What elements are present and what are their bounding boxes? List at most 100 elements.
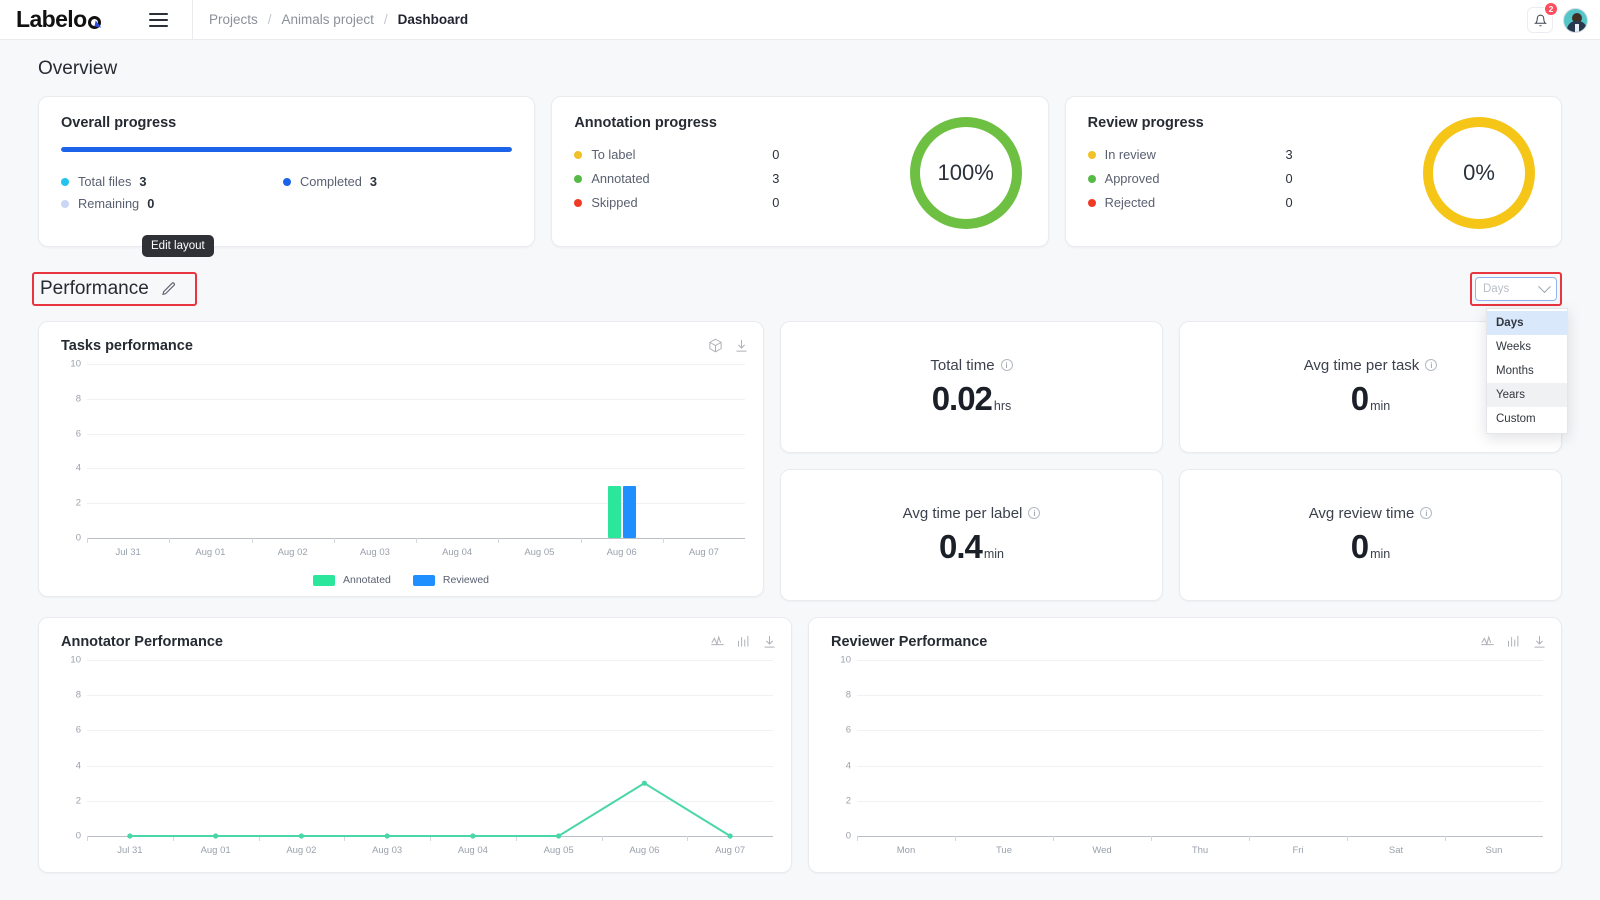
breadcrumb-dashboard: Dashboard — [397, 12, 469, 27]
annotation-progress-card: Annotation progress To label 0 Annotated… — [551, 96, 1049, 247]
stat-value: 0.4 — [938, 527, 983, 565]
info-icon[interactable]: i — [1000, 359, 1013, 371]
grid-line — [87, 398, 745, 400]
x-axis-tick-label: Sun — [1485, 845, 1503, 856]
legend-value: 3 — [139, 174, 147, 189]
stat-label: Avg time per label — [902, 504, 1023, 522]
y-axis-tick-label: 8 — [75, 393, 81, 405]
x-axis-tick-label: Fri — [1292, 845, 1304, 856]
line-chart-icon[interactable] — [1480, 634, 1495, 649]
hamburger-menu-icon[interactable] — [130, 12, 186, 27]
tasks-chart-toolbar — [708, 338, 749, 353]
legend-label: Reviewed — [442, 574, 489, 586]
legend-item: Total files 3 — [61, 174, 283, 189]
breadcrumb-projects[interactable]: Projects — [209, 12, 258, 27]
bar-chart-icon[interactable] — [736, 634, 751, 649]
legend-value: 3 — [1285, 147, 1293, 162]
legend-label: Approved — [1104, 171, 1160, 186]
legend-dot-icon — [1087, 150, 1096, 159]
pencil-icon[interactable] — [161, 281, 177, 297]
stat-label: Total time — [930, 356, 995, 374]
line-chart-icon[interactable] — [710, 634, 725, 649]
legend-label: Remaining — [78, 196, 140, 211]
y-axis-tick-label: 6 — [75, 428, 81, 440]
brand-logo[interactable]: Labelo — [0, 6, 130, 33]
annotator-chart-toolbar — [710, 634, 777, 649]
breadcrumb: Projects / Animals project / Dashboard — [209, 12, 468, 27]
overall-progress-bar — [61, 147, 513, 152]
bar-annotated[interactable] — [607, 485, 621, 538]
legend-value: 0 — [147, 196, 155, 211]
legend-value: 0 — [772, 147, 780, 162]
stat-value: 0 — [1350, 527, 1369, 565]
stat-unit: min — [983, 546, 1005, 561]
legend-swatch-icon — [412, 574, 435, 586]
y-axis-tick-label: 10 — [70, 358, 81, 370]
download-icon[interactable] — [1532, 634, 1547, 649]
review-percent: 0% — [1463, 160, 1495, 185]
x-axis-tick — [955, 836, 956, 841]
info-icon[interactable]: i — [1420, 507, 1433, 519]
annotation-percent: 100% — [937, 160, 994, 185]
breadcrumb-animals-project[interactable]: Animals project — [282, 12, 374, 27]
cube-icon[interactable] — [708, 338, 723, 353]
x-axis-tick-label: Thu — [1191, 845, 1209, 856]
legend-value: 3 — [369, 174, 378, 189]
legend-item: Reviewed — [412, 574, 489, 586]
legend-item: Remaining 0 — [61, 196, 283, 211]
y-axis-tick-label: 8 — [845, 689, 851, 701]
x-axis-tick — [1249, 836, 1250, 841]
brand-mark-icon — [87, 16, 101, 29]
info-icon[interactable]: i — [1425, 359, 1438, 371]
dropdown-option-months[interactable]: Months — [1487, 359, 1567, 383]
x-axis-tick — [1445, 836, 1446, 841]
dropdown-option-days[interactable]: Days — [1487, 311, 1567, 335]
y-axis-tick-label: 0 — [75, 532, 81, 544]
legend-label: In review — [1104, 147, 1156, 162]
legend-dot-icon — [574, 150, 583, 159]
tasks-performance-title: Tasks performance — [61, 338, 193, 354]
annotation-progress-donut: 100% — [909, 117, 1022, 229]
x-axis-tick — [169, 538, 171, 543]
legend-label: Annotated — [591, 171, 650, 186]
performance-stat-cards: Total time i 0.02 hrs Avg time per task … — [780, 321, 1562, 601]
y-axis-tick-label: 2 — [845, 795, 851, 807]
x-axis-tick-label: Aug 07 — [688, 547, 719, 558]
stat-card-total-time: Total time i 0.02 hrs — [780, 321, 1163, 453]
info-icon[interactable]: i — [1028, 507, 1041, 519]
notifications-button[interactable]: 2 — [1527, 2, 1558, 33]
reviewer-performance-card: Reviewer Performance 0 2 4 6 8 10 Mon Tue Wed Thu… — [808, 617, 1562, 873]
download-icon[interactable] — [734, 338, 749, 353]
dropdown-option-years[interactable]: Years — [1487, 383, 1567, 407]
y-axis-tick-label: 4 — [845, 760, 851, 772]
legend-item: To label 0 — [574, 147, 779, 162]
dropdown-option-weeks[interactable]: Weeks — [1487, 335, 1567, 359]
grid-line — [857, 695, 1543, 697]
annotator-performance-card: Annotator Performance 0 2 4 6 8 10 Jul 31 Aug 0… — [38, 617, 792, 873]
y-axis-tick-label: 0 — [845, 830, 851, 842]
x-axis-tick-label: Wed — [1092, 845, 1112, 856]
legend-item: Approved 0 — [1087, 171, 1293, 186]
x-axis-tick — [333, 538, 335, 543]
bell-icon — [1533, 14, 1547, 26]
range-select[interactable]: Days — [1475, 277, 1557, 301]
x-axis-tick-label: Mon — [896, 845, 916, 856]
summary-cards-row: Overall progress Total files 3 Remaining… — [38, 96, 1562, 247]
download-icon[interactable] — [762, 634, 777, 649]
dashboard-page: Overview Overall progress Total files 3 … — [0, 40, 1600, 873]
legend-dot-icon — [574, 198, 583, 207]
tasks-performance-card: Tasks performance 0 2 4 6 8 10 Jul 31 Aug 01 Aug… — [38, 321, 764, 597]
legend-item: Annotated — [313, 574, 391, 586]
legend-dot-icon — [61, 199, 69, 208]
dropdown-option-custom[interactable]: Custom — [1487, 407, 1567, 431]
legend-item: Rejected 0 — [1087, 195, 1293, 210]
review-progress-donut: 0% — [1422, 117, 1535, 229]
grid-line — [87, 364, 745, 365]
legend-value: 3 — [772, 171, 780, 186]
performance-section-header: Performance Edit layout Days Days Weeks … — [32, 235, 1568, 434]
bar-reviewed[interactable] — [622, 485, 636, 538]
bar-chart-icon[interactable] — [1506, 634, 1521, 649]
avatar[interactable] — [1563, 7, 1588, 33]
legend-label: To label — [591, 147, 636, 162]
range-select-dropdown[interactable]: Days Weeks Months Years Custom — [1486, 308, 1568, 434]
